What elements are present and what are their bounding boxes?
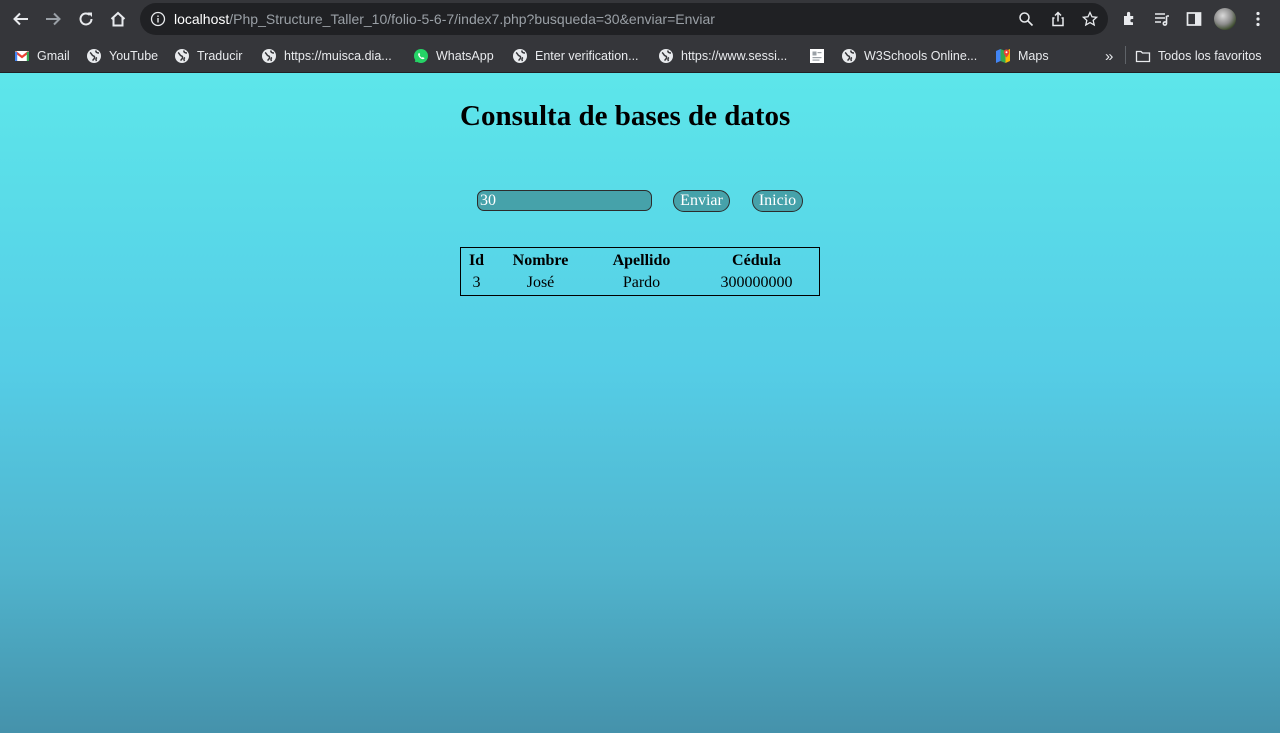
home-icon xyxy=(110,11,126,27)
column-header-apellido: Apellido xyxy=(612,252,671,269)
column-header-cedula: Cédula xyxy=(732,252,781,269)
page-icon xyxy=(810,49,824,63)
bookmark-gmail[interactable]: Gmail xyxy=(14,47,70,65)
address-bar[interactable]: localhost/Php_Structure_Taller_10/folio-… xyxy=(140,3,1108,35)
profile-avatar[interactable] xyxy=(1214,8,1236,30)
overflow-label: » xyxy=(1105,47,1114,65)
bookmark-label: Enter verification... xyxy=(535,49,639,63)
bookmark-traducir[interactable]: Traducir xyxy=(174,47,242,65)
home-link-button[interactable]: Inicio xyxy=(752,190,803,212)
bookmark-label: Gmail xyxy=(37,49,70,63)
globe-icon xyxy=(87,49,101,63)
bookmark-label: W3Schools Online... xyxy=(864,49,978,63)
reload-icon xyxy=(79,12,93,26)
url-host: localhost xyxy=(174,11,230,27)
back-arrow-icon xyxy=(13,12,28,26)
globe-icon xyxy=(262,49,276,63)
browser-toolbar: localhost/Php_Structure_Taller_10/folio-… xyxy=(0,0,1280,38)
bookmarks-divider xyxy=(1125,46,1126,64)
folder-icon xyxy=(1135,50,1151,63)
site-info-icon[interactable] xyxy=(150,11,166,27)
bookmark-label: Maps xyxy=(1018,49,1049,63)
reading-list-icon[interactable] xyxy=(1153,10,1171,28)
cell-nombre: José xyxy=(526,274,555,291)
all-bookmarks-button[interactable]: Todos los favoritos xyxy=(1135,47,1262,65)
globe-icon xyxy=(842,49,856,63)
cell-id: 3 xyxy=(472,274,481,291)
globe-icon xyxy=(513,49,527,63)
extensions-icon[interactable] xyxy=(1121,10,1139,28)
bookmark-label: YouTube xyxy=(109,49,159,63)
bookmark-label: WhatsApp xyxy=(436,49,494,63)
cell-apellido: Pardo xyxy=(622,274,661,291)
cell-cedula: 300000000 xyxy=(720,274,793,291)
bookmark-verification[interactable]: Enter verification... xyxy=(512,47,639,65)
globe-icon xyxy=(175,49,189,63)
more-menu-icon[interactable] xyxy=(1249,10,1267,28)
bookmark-sessi[interactable]: https://www.sessi... xyxy=(658,47,787,65)
url-path: /Php_Structure_Taller_10/folio-5-6-7/ind… xyxy=(229,11,715,27)
bookmarks-bar: Gmail YouTube Traducir https://muisca.di… xyxy=(0,38,1280,73)
gmail-icon xyxy=(14,51,30,61)
side-panel-icon[interactable] xyxy=(1185,10,1203,28)
table-header-row: Id Nombre Apellido Cédula xyxy=(461,248,819,272)
back-button[interactable] xyxy=(11,9,31,29)
reload-button[interactable] xyxy=(76,9,96,29)
column-header-nombre: Nombre xyxy=(512,252,569,269)
bookmark-label: https://muisca.dia... xyxy=(284,49,392,63)
bookmark-label: https://www.sessi... xyxy=(681,49,788,63)
bookmark-muisca[interactable]: https://muisca.dia... xyxy=(261,47,392,65)
forward-button[interactable] xyxy=(43,9,63,29)
all-bookmarks-label: Todos los favoritos xyxy=(1158,49,1262,63)
bookmarks-overflow-button[interactable]: » xyxy=(1105,47,1113,65)
share-icon[interactable] xyxy=(1050,11,1066,27)
results-table: Id Nombre Apellido Cédula 3 José Pardo 3… xyxy=(460,247,820,296)
address-url[interactable]: localhost/Php_Structure_Taller_10/folio-… xyxy=(174,11,715,27)
globe-icon xyxy=(659,49,673,63)
page-viewport: Consulta de bases de datos Enviar Inicio… xyxy=(0,73,1280,733)
table-row: 3 José Pardo 300000000 xyxy=(461,272,819,294)
bookmark-youtube[interactable]: YouTube xyxy=(86,47,158,65)
bookmark-label: Traducir xyxy=(197,49,243,63)
whatsapp-icon xyxy=(414,49,428,63)
column-header-id: Id xyxy=(468,252,485,269)
bookmark-page[interactable] xyxy=(809,47,832,65)
forward-arrow-icon xyxy=(46,12,61,26)
page-title: Consulta de bases de datos xyxy=(460,100,791,132)
bookmark-w3schools[interactable]: W3Schools Online... xyxy=(841,47,977,65)
search-input[interactable] xyxy=(477,190,652,211)
maps-icon xyxy=(996,49,1010,63)
zoom-icon[interactable] xyxy=(1018,11,1034,27)
bookmark-whatsapp[interactable]: WhatsApp xyxy=(413,47,494,65)
home-button[interactable] xyxy=(108,9,128,29)
bookmark-maps[interactable]: Maps xyxy=(995,47,1049,65)
send-button[interactable]: Enviar xyxy=(673,190,730,212)
bookmark-star-icon[interactable] xyxy=(1082,11,1098,27)
